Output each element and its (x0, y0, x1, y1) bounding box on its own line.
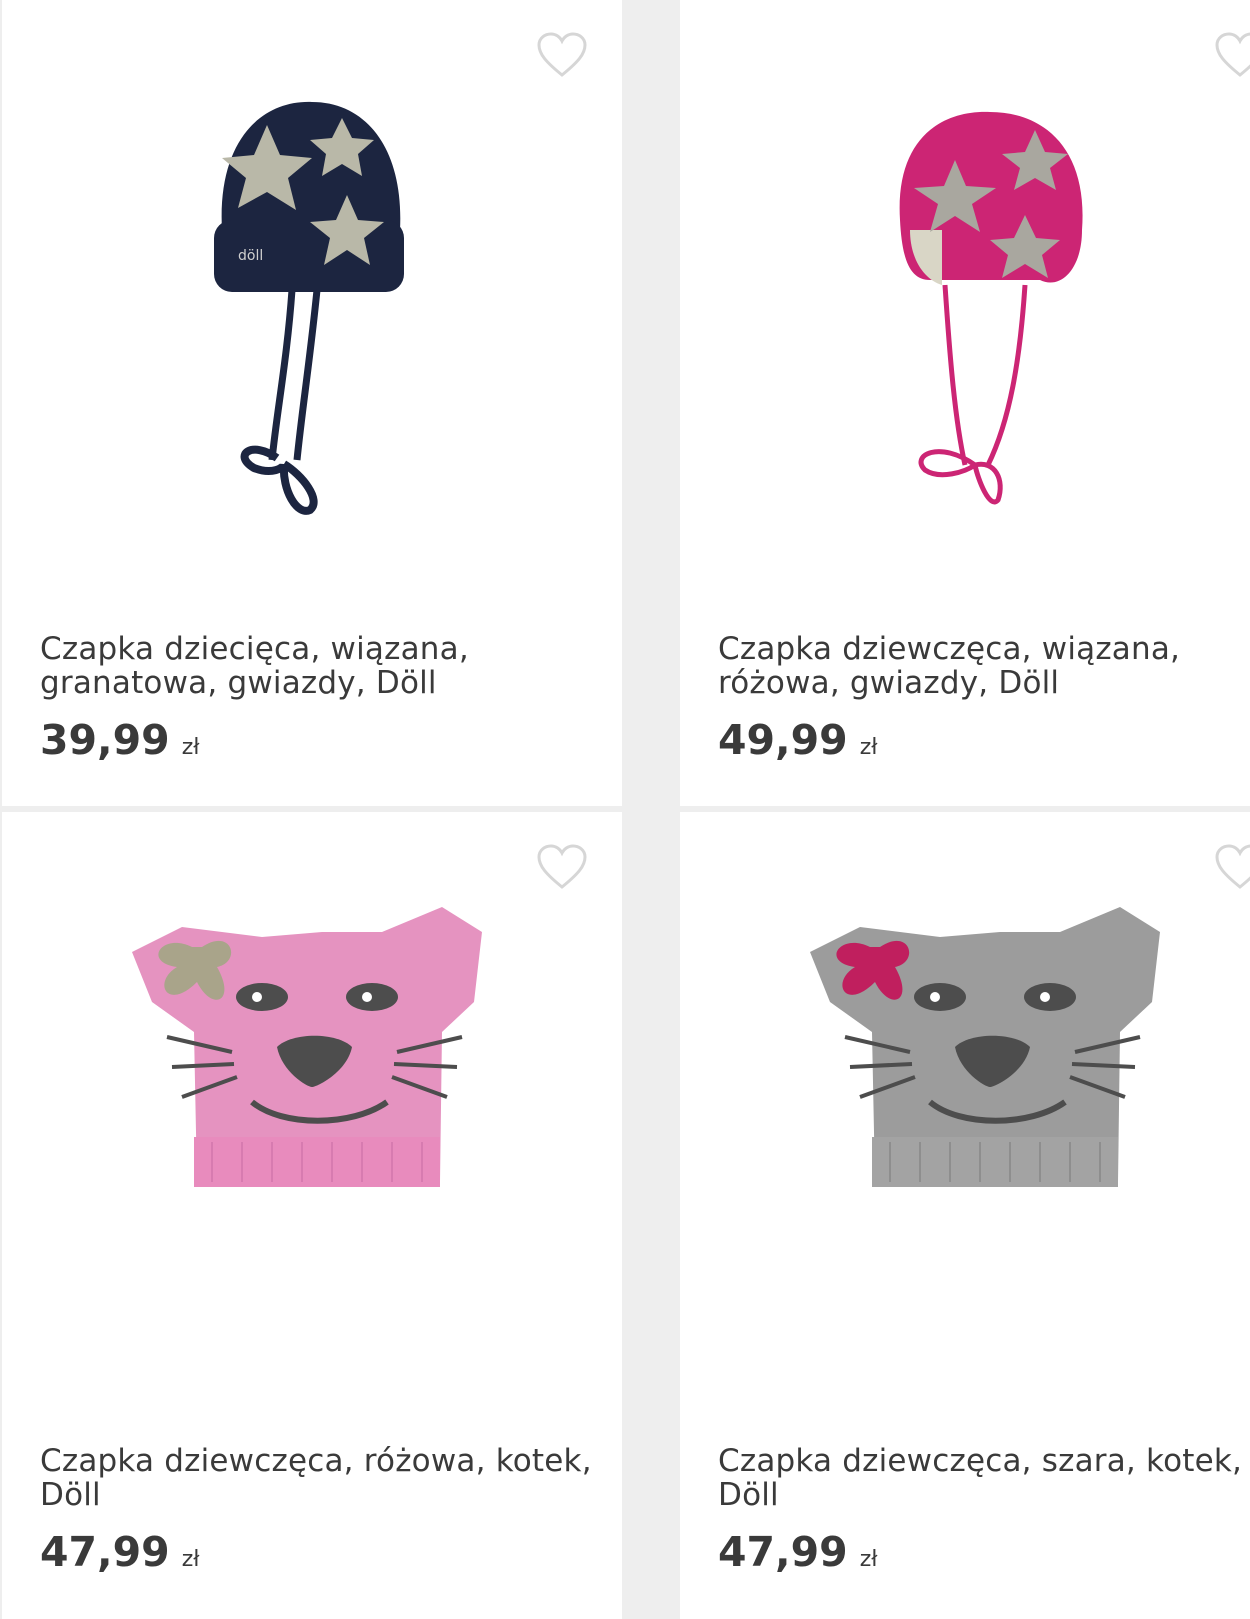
product-card[interactable]: döll Czapka dziecięca, wiązana, granatow… (2, 0, 622, 806)
product-card[interactable]: Czapka dziewczęca, wiązana, różowa, gwia… (680, 0, 1250, 806)
price-currency: zł (859, 1547, 878, 1572)
product-title[interactable]: Czapka dziewczęca, szara, kotek, Döll (718, 1444, 1250, 1512)
grey-cat-hat-image[interactable] (680, 892, 1250, 1412)
heart-outline-icon[interactable] (1214, 32, 1250, 78)
pink-star-hat-image[interactable] (680, 80, 1250, 600)
navy-star-hat-image[interactable]: döll (2, 80, 622, 600)
price-value: 49,99 (718, 716, 848, 764)
price-currency: zł (859, 735, 878, 760)
price-currency: zł (181, 735, 200, 760)
heart-outline-icon[interactable] (1214, 844, 1250, 890)
product-price: 49,99 zł (718, 716, 878, 764)
product-card[interactable]: Czapka dziewczęca, różowa, kotek, Döll 4… (2, 812, 622, 1619)
product-price: 39,99 zł (40, 716, 200, 764)
pink-cat-hat-image[interactable] (2, 892, 622, 1412)
product-price: 47,99 zł (40, 1528, 200, 1576)
svg-text:döll: döll (238, 248, 263, 264)
price-value: 47,99 (718, 1528, 848, 1576)
price-value: 47,99 (40, 1528, 170, 1576)
product-price: 47,99 zł (718, 1528, 878, 1576)
heart-outline-icon[interactable] (536, 32, 588, 78)
heart-outline-icon[interactable] (536, 844, 588, 890)
price-currency: zł (181, 1547, 200, 1572)
product-title[interactable]: Czapka dziecięca, wiązana, granatowa, gw… (40, 632, 600, 700)
price-value: 39,99 (40, 716, 170, 764)
product-card[interactable]: Czapka dziewczęca, szara, kotek, Döll 47… (680, 812, 1250, 1619)
product-grid: döll Czapka dziecięca, wiązana, granatow… (0, 0, 1250, 1619)
product-title[interactable]: Czapka dziewczęca, różowa, kotek, Döll (40, 1444, 600, 1512)
product-title[interactable]: Czapka dziewczęca, wiązana, różowa, gwia… (718, 632, 1250, 700)
